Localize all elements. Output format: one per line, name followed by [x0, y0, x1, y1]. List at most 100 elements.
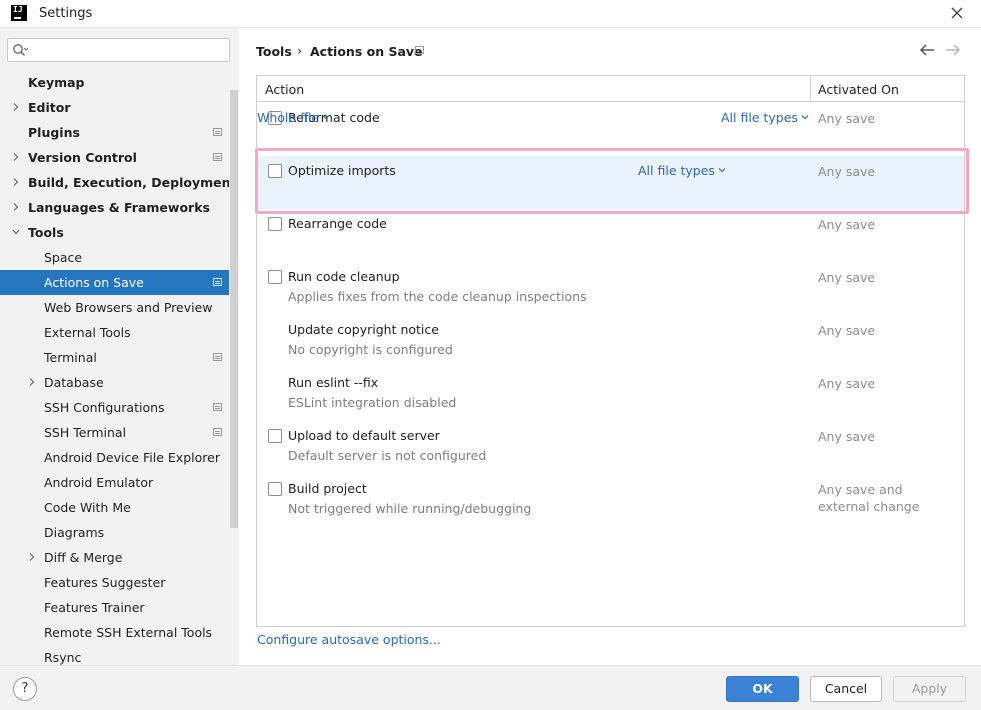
- action-description: Default server is not configured: [288, 448, 487, 463]
- close-icon[interactable]: [948, 4, 966, 22]
- sidebar-item-editor[interactable]: Editor: [0, 95, 229, 120]
- sidebar-item-code-with-me[interactable]: Code With Me: [0, 495, 229, 520]
- action-description: Not triggered while running/debugging: [288, 501, 532, 516]
- sidebar-item-label: Android Emulator: [44, 475, 154, 490]
- sidebar-item-label: Build, Execution, Deployment: [28, 175, 237, 190]
- table-header: Action Activated On: [257, 76, 964, 102]
- cancel-button[interactable]: Cancel: [810, 676, 882, 702]
- sidebar-item-terminal[interactable]: Terminal: [0, 345, 229, 370]
- project-level-icon: [213, 428, 222, 436]
- action-description: No copyright is configured: [288, 342, 453, 357]
- column-header-action: Action: [265, 82, 305, 97]
- action-label: Rearrange code: [288, 216, 387, 231]
- sidebar-item-label: Space: [44, 250, 83, 265]
- chevron-right-icon[interactable]: [12, 153, 20, 161]
- sidebar-item-plugins[interactable]: Plugins: [0, 120, 229, 145]
- search-icon: [13, 44, 28, 56]
- apply-button[interactable]: Apply: [893, 676, 966, 702]
- breadcrumb-current: Actions on Save: [310, 44, 423, 59]
- sidebar-item-diagrams[interactable]: Diagrams: [0, 520, 229, 545]
- sidebar-item-label: Actions on Save: [44, 275, 144, 290]
- activated-on-value: Any save: [818, 111, 876, 126]
- sidebar-item-external-tools[interactable]: External Tools: [0, 320, 229, 345]
- sidebar-item-space[interactable]: Space: [0, 245, 229, 270]
- column-divider[interactable]: [810, 76, 811, 102]
- action-checkbox[interactable]: [268, 217, 282, 231]
- settings-sidebar: Keymap Editor Plugins Version Control Build,…: [0, 28, 239, 665]
- chevron-down-icon: [801, 115, 809, 120]
- chevron-down-icon[interactable]: [12, 228, 20, 236]
- chevron-right-icon[interactable]: [12, 178, 20, 186]
- sidebar-item-languages-frameworks[interactable]: Languages & Frameworks: [0, 195, 229, 220]
- action-label: Run eslint --fix: [288, 375, 379, 390]
- sidebar-item-keymap[interactable]: Keymap: [0, 70, 229, 95]
- chevron-right-icon[interactable]: [12, 103, 20, 111]
- sidebar-item-features-trainer[interactable]: Features Trainer: [0, 595, 229, 620]
- action-label: Upload to default server: [288, 428, 440, 443]
- action-checkbox[interactable]: [268, 482, 282, 496]
- back-arrow-icon[interactable]: [918, 42, 936, 58]
- action-label: Build project: [288, 481, 367, 496]
- sidebar-item-label: Database: [44, 375, 104, 390]
- ok-button[interactable]: OK: [726, 676, 799, 702]
- sidebar-item-label: Plugins: [28, 125, 80, 140]
- sidebar-item-label: Tools: [28, 225, 64, 240]
- activated-on-value: Any save: [818, 323, 876, 338]
- dropdown-label: All file types: [721, 110, 798, 125]
- action-label: Update copyright notice: [288, 322, 439, 337]
- chevron-right-icon[interactable]: [28, 378, 36, 386]
- help-button[interactable]: ?: [13, 677, 37, 701]
- file-types-dropdown[interactable]: All file types: [721, 110, 809, 125]
- sidebar-item-label: Features Trainer: [44, 600, 145, 615]
- breadcrumb-parent[interactable]: Tools: [256, 44, 292, 59]
- sidebar-item-remote-ssh-external-tools[interactable]: Remote SSH External Tools: [0, 620, 229, 645]
- chevron-right-icon[interactable]: [12, 203, 20, 211]
- table-row: Update copyright notice No copyright is c…: [257, 315, 964, 368]
- dropdown-label: Whole file: [257, 110, 320, 125]
- sidebar-item-label: SSH Terminal: [44, 425, 127, 440]
- sidebar-item-web-browsers-and-preview[interactable]: Web Browsers and Preview: [0, 295, 229, 320]
- sidebar-item-label: Editor: [28, 100, 71, 115]
- sidebar-item-android-device-file-explorer[interactable]: Android Device File Explorer: [0, 445, 229, 470]
- sidebar-scrollbar-thumb[interactable]: [230, 90, 238, 528]
- sidebar-item-label: Remote SSH External Tools: [44, 625, 213, 640]
- sidebar-item-ssh-terminal[interactable]: SSH Terminal: [0, 420, 229, 445]
- sidebar-item-ssh-configurations[interactable]: SSH Configurations: [0, 395, 229, 420]
- project-level-icon: [213, 353, 222, 361]
- project-level-icon: [213, 278, 222, 286]
- action-description: Applies fixes from the code cleanup insp…: [288, 289, 587, 304]
- sidebar-item-label: Android Device File Explorer: [44, 450, 220, 465]
- activated-on-value: Any save: [818, 270, 876, 285]
- dialog-button-bar: ? OK Cancel Apply: [0, 665, 981, 710]
- sidebar-item-android-emulator[interactable]: Android Emulator: [0, 470, 229, 495]
- title-bar: IJ Settings: [0, 0, 981, 28]
- configure-autosave-link[interactable]: Configure autosave options...: [257, 632, 441, 647]
- project-level-icon: [213, 153, 222, 161]
- annotation-highlight-box: [255, 148, 969, 214]
- sidebar-item-label: Version Control: [28, 150, 137, 165]
- action-checkbox[interactable]: [268, 429, 282, 443]
- sidebar-item-build-execution-deployment[interactable]: Build, Execution, Deployment: [0, 170, 236, 195]
- forward-arrow-icon[interactable]: [944, 42, 962, 58]
- sidebar-item-actions-on-save[interactable]: Actions on Save: [0, 270, 229, 295]
- scope-dropdown[interactable]: Whole file: [257, 110, 330, 125]
- settings-search-field[interactable]: [7, 38, 230, 62]
- sidebar-item-label: Web Browsers and Preview: [44, 300, 213, 315]
- sidebar-item-database[interactable]: Database: [0, 370, 229, 395]
- sidebar-item-label: Code With Me: [44, 500, 131, 515]
- sidebar-item-label: Features Suggester: [44, 575, 166, 590]
- table-row: Run code cleanup Applies fixes from the c…: [257, 262, 964, 315]
- project-level-icon: [213, 403, 222, 411]
- table-row: Upload to default server Default server i…: [257, 421, 964, 474]
- settings-tree: Keymap Editor Plugins Version Control Build,…: [0, 70, 236, 665]
- chevron-right-icon[interactable]: [28, 553, 36, 561]
- sidebar-item-diff-merge[interactable]: Diff & Merge: [0, 545, 229, 570]
- intellij-logo-icon: IJ: [11, 5, 27, 21]
- sidebar-item-label: SSH Configurations: [44, 400, 165, 415]
- activated-on-value: Any save and external change: [818, 482, 920, 514]
- sidebar-item-tools[interactable]: Tools: [0, 220, 229, 245]
- action-checkbox[interactable]: [268, 270, 282, 284]
- sidebar-item-features-suggester[interactable]: Features Suggester: [0, 570, 229, 595]
- sidebar-item-rsync[interactable]: Rsync: [0, 645, 229, 665]
- sidebar-item-version-control[interactable]: Version Control: [0, 145, 229, 170]
